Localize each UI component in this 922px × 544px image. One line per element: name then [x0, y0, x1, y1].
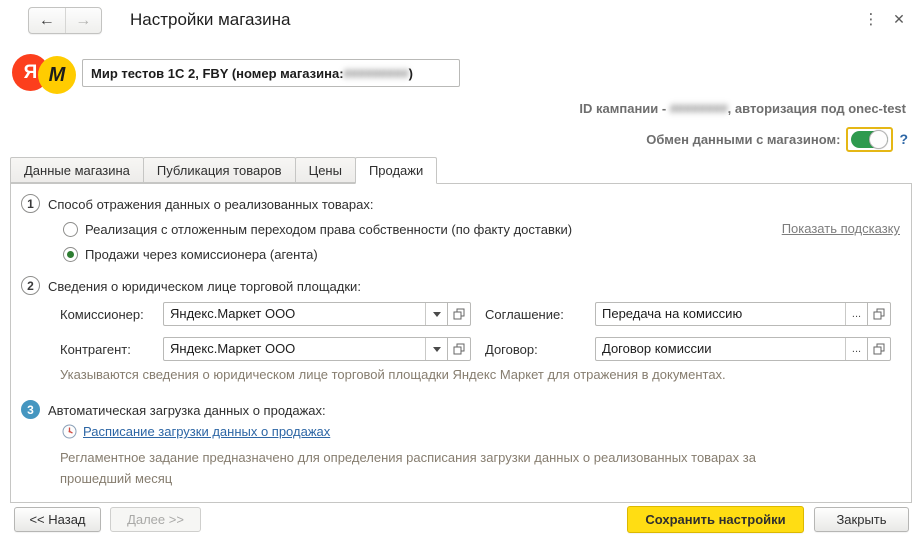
dogovor-label: Договор:: [485, 342, 538, 357]
forward-button[interactable]: →: [66, 8, 102, 33]
step-2-title: Сведения о юридическом лице торговой пло…: [48, 279, 361, 294]
komissioner-field-group: Яндекс.Маркет ООО: [163, 302, 471, 326]
exchange-toggle-label: Обмен данными с магазином:: [646, 132, 840, 147]
close-icon[interactable]: ✕: [886, 6, 912, 32]
back-step-button[interactable]: << Назад: [14, 507, 101, 532]
dogovor-open-form-button[interactable]: [867, 337, 891, 361]
back-icon: ←: [39, 12, 55, 30]
kontragent-field-group: Яндекс.Маркет ООО: [163, 337, 471, 361]
sales-schedule-link[interactable]: Расписание загрузки данных о продажах: [83, 424, 330, 439]
komissioner-input[interactable]: Яндекс.Маркет ООО: [164, 303, 425, 325]
open-form-icon: [453, 308, 465, 320]
kontragent-label: Контрагент:: [60, 342, 131, 357]
store-number-masked: #########: [344, 66, 409, 81]
radio-deferred-ownership[interactable]: [63, 222, 78, 237]
legal-entity-note: Указываются сведения о юридическом лице …: [60, 367, 726, 382]
yandex-letter: Я: [24, 62, 38, 84]
radio-commission-sales[interactable]: [63, 247, 78, 262]
soglashenie-field-group: Передача на комиссию ...: [595, 302, 891, 326]
step-3-title: Автоматическая загрузка данных о продажа…: [48, 403, 326, 418]
radio-commission-sales-label[interactable]: Продажи через комиссионера (агента): [85, 247, 318, 262]
market-letter: М: [49, 64, 66, 87]
kebab-menu-icon[interactable]: ⋮: [860, 6, 882, 32]
chevron-down-icon: [433, 347, 441, 352]
dogovor-select-button[interactable]: ...: [845, 338, 867, 360]
save-settings-button[interactable]: Сохранить настройки: [627, 506, 804, 533]
exchange-row: Обмен данными с магазином: ?: [646, 124, 908, 154]
komissioner-label: Комиссионер:: [60, 307, 144, 322]
toggle-knob: [869, 130, 888, 149]
step-1-badge: 1: [21, 194, 40, 213]
market-logo-icon: М: [38, 56, 76, 94]
store-name-text: Мир тестов 1С 2, FBY (номер магазина:: [91, 66, 344, 81]
close-window-button[interactable]: Закрыть: [814, 507, 909, 532]
soglashenie-label: Соглашение:: [485, 307, 564, 322]
campaign-suffix: , авторизация под onec-test: [728, 101, 906, 116]
open-form-icon: [873, 343, 885, 355]
komissioner-dropdown-button[interactable]: [425, 303, 447, 325]
radio-deferred-ownership-label[interactable]: Реализация с отложенным переходом права …: [85, 222, 572, 237]
step-2-badge: 2: [21, 276, 40, 295]
step-3-badge: 3: [21, 400, 40, 419]
help-icon[interactable]: ?: [899, 131, 908, 147]
page-title: Настройки магазина: [130, 10, 290, 30]
schedule-link-row: Расписание загрузки данных о продажах: [62, 424, 330, 439]
chevron-down-icon: [433, 312, 441, 317]
soglashenie-open-form-button[interactable]: [867, 302, 891, 326]
campaign-prefix: ID кампании -: [579, 101, 669, 116]
tab-store-data[interactable]: Данные магазина: [10, 157, 144, 183]
store-settings-window: ← → Настройки магазина ⋮ ✕ Я М Мир тесто…: [0, 0, 922, 544]
clock-icon: [62, 424, 77, 439]
open-form-icon: [453, 343, 465, 355]
nav-history-group: ← →: [28, 7, 102, 34]
store-name-suffix: ): [409, 66, 413, 81]
soglashenie-input[interactable]: Передача на комиссию: [596, 303, 845, 325]
soglashenie-select-button[interactable]: ...: [845, 303, 867, 325]
kontragent-input[interactable]: Яндекс.Маркет ООО: [164, 338, 425, 360]
tab-bar: Данные магазина Публикация товаров Цены …: [10, 157, 436, 184]
schedule-description: Регламентное задание предназначено для о…: [60, 447, 760, 489]
next-step-button[interactable]: Далее >>: [110, 507, 201, 532]
exchange-toggle-focus-frame: [846, 127, 893, 152]
open-form-icon: [873, 308, 885, 320]
komissioner-open-form-button[interactable]: [447, 302, 471, 326]
show-hint-link[interactable]: Показать подсказку: [782, 221, 900, 236]
back-button[interactable]: ←: [29, 8, 66, 33]
dogovor-field-group: Договор комиссии ...: [595, 337, 891, 361]
tab-prices[interactable]: Цены: [295, 157, 356, 183]
kontragent-open-form-button[interactable]: [447, 337, 471, 361]
exchange-toggle[interactable]: [851, 131, 888, 148]
store-name-field[interactable]: Мир тестов 1С 2, FBY (номер магазина: ##…: [82, 59, 460, 87]
step-1-title: Способ отражения данных о реализованных …: [48, 197, 373, 212]
dogovor-input[interactable]: Договор комиссии: [596, 338, 845, 360]
forward-icon: →: [75, 12, 91, 30]
kontragent-dropdown-button[interactable]: [425, 338, 447, 360]
tab-product-publication[interactable]: Публикация товаров: [143, 157, 296, 183]
tab-sales[interactable]: Продажи: [355, 157, 437, 184]
campaign-id-line: ID кампании - ########, авторизация под …: [579, 101, 906, 116]
campaign-id-masked: ########: [670, 101, 728, 116]
